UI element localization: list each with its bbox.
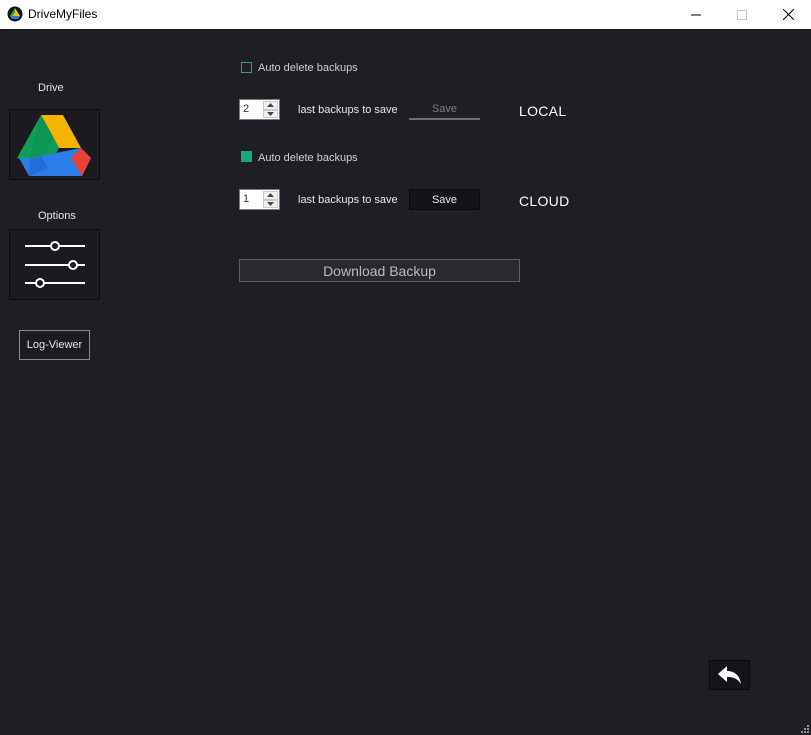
- minimize-icon: [691, 14, 701, 15]
- download-backup-button[interactable]: Download Backup: [239, 259, 520, 282]
- caret-up-icon: [267, 103, 274, 108]
- local-auto-delete-label: Auto delete backups: [258, 62, 358, 74]
- cloud-section-label: CLOUD: [519, 193, 570, 209]
- cloud-backups-label: last backups to save: [298, 194, 398, 206]
- close-button[interactable]: [765, 0, 811, 29]
- local-spin-up-button[interactable]: [263, 101, 278, 110]
- window-title: DriveMyFiles: [28, 7, 98, 21]
- local-save-button[interactable]: Save: [409, 100, 480, 120]
- log-viewer-button[interactable]: Log-Viewer: [19, 330, 90, 360]
- local-spin-down-button[interactable]: [263, 109, 278, 118]
- local-backups-value: 2: [243, 103, 250, 115]
- maximize-icon: [737, 9, 747, 20]
- caret-down-icon: [267, 201, 274, 206]
- cloud-spin-down-button[interactable]: [263, 199, 278, 208]
- cloud-spin-up-button[interactable]: [263, 191, 278, 200]
- caret-up-icon: [267, 193, 274, 198]
- local-section-label: LOCAL: [519, 103, 567, 119]
- title-bar: DriveMyFiles: [0, 0, 811, 29]
- drivemyfiles-app-icon: [7, 6, 23, 22]
- local-backups-label: last backups to save: [298, 104, 398, 116]
- options-button[interactable]: [9, 229, 100, 300]
- cloud-backups-spinbox[interactable]: 1: [239, 189, 280, 210]
- local-auto-delete-checkbox[interactable]: [241, 62, 252, 73]
- cloud-auto-delete-checkbox[interactable]: [241, 151, 252, 162]
- close-icon: [782, 9, 794, 20]
- local-backups-spinbox[interactable]: 2: [239, 99, 280, 120]
- cloud-backups-value: 1: [243, 193, 250, 205]
- caret-down-icon: [267, 111, 274, 116]
- back-button[interactable]: [709, 660, 750, 690]
- cloud-save-button[interactable]: Save: [409, 189, 480, 210]
- minimize-button[interactable]: [673, 0, 719, 29]
- sliders-icon: [25, 241, 85, 288]
- maximize-button[interactable]: [719, 0, 765, 29]
- drive-label: Drive: [38, 82, 64, 94]
- reply-arrow-icon: [717, 666, 741, 684]
- drive-button[interactable]: [9, 109, 100, 180]
- cloud-auto-delete-label: Auto delete backups: [258, 152, 358, 164]
- resize-grip-icon[interactable]: [801, 725, 809, 733]
- options-label: Options: [38, 210, 76, 222]
- google-drive-icon: [17, 115, 91, 176]
